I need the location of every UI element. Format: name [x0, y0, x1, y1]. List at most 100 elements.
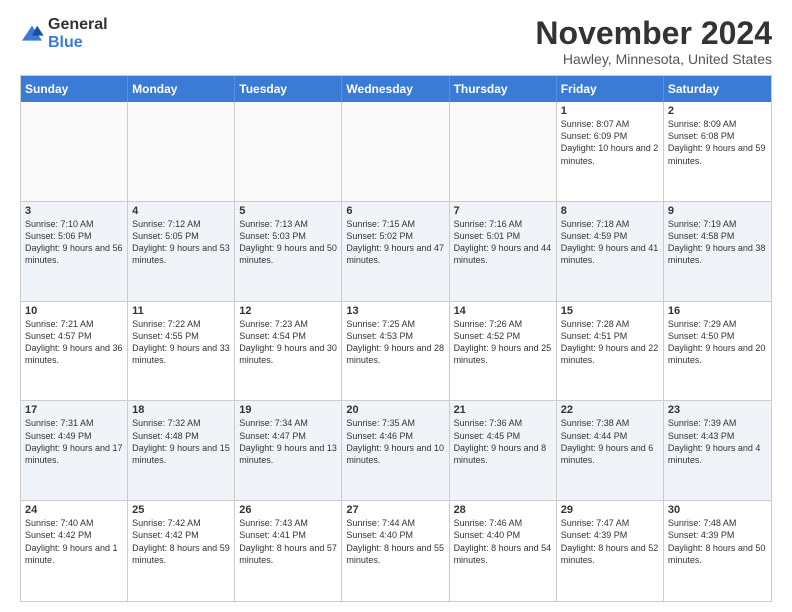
day-info: Sunrise: 7:46 AM Sunset: 4:40 PM Dayligh… — [454, 517, 552, 566]
calendar-body: 1Sunrise: 8:07 AM Sunset: 6:09 PM Daylig… — [21, 102, 771, 601]
main-title: November 2024 — [535, 16, 772, 51]
day-number: 2 — [668, 105, 767, 117]
header: General Blue November 2024 Hawley, Minne… — [20, 16, 772, 67]
cal-day-17: 17Sunrise: 7:31 AM Sunset: 4:49 PM Dayli… — [21, 401, 128, 500]
day-info: Sunrise: 7:48 AM Sunset: 4:39 PM Dayligh… — [668, 517, 767, 566]
logo-general: General — [48, 16, 108, 33]
day-number: 28 — [454, 504, 552, 516]
logo-blue: Blue — [48, 34, 83, 51]
day-number: 5 — [239, 205, 337, 217]
day-info: Sunrise: 7:16 AM Sunset: 5:01 PM Dayligh… — [454, 218, 552, 267]
day-info: Sunrise: 7:12 AM Sunset: 5:05 PM Dayligh… — [132, 218, 230, 267]
day-info: Sunrise: 7:36 AM Sunset: 4:45 PM Dayligh… — [454, 417, 552, 466]
cal-day-28: 28Sunrise: 7:46 AM Sunset: 4:40 PM Dayli… — [450, 501, 557, 601]
cal-day-15: 15Sunrise: 7:28 AM Sunset: 4:51 PM Dayli… — [557, 302, 664, 401]
cal-day-22: 22Sunrise: 7:38 AM Sunset: 4:44 PM Dayli… — [557, 401, 664, 500]
day-number: 11 — [132, 305, 230, 317]
cal-week-0: 1Sunrise: 8:07 AM Sunset: 6:09 PM Daylig… — [21, 102, 771, 202]
day-info: Sunrise: 7:40 AM Sunset: 4:42 PM Dayligh… — [25, 517, 123, 566]
subtitle: Hawley, Minnesota, United States — [535, 51, 772, 67]
day-number: 21 — [454, 404, 552, 416]
day-info: Sunrise: 7:34 AM Sunset: 4:47 PM Dayligh… — [239, 417, 337, 466]
day-number: 19 — [239, 404, 337, 416]
day-number: 25 — [132, 504, 230, 516]
cal-day-empty — [235, 102, 342, 201]
cal-day-13: 13Sunrise: 7:25 AM Sunset: 4:53 PM Dayli… — [342, 302, 449, 401]
cal-day-1: 1Sunrise: 8:07 AM Sunset: 6:09 PM Daylig… — [557, 102, 664, 201]
logo-icon — [20, 24, 44, 44]
day-number: 23 — [668, 404, 767, 416]
cal-header-thursday: Thursday — [450, 76, 557, 102]
cal-day-30: 30Sunrise: 7:48 AM Sunset: 4:39 PM Dayli… — [664, 501, 771, 601]
cal-day-27: 27Sunrise: 7:44 AM Sunset: 4:40 PM Dayli… — [342, 501, 449, 601]
day-info: Sunrise: 7:43 AM Sunset: 4:41 PM Dayligh… — [239, 517, 337, 566]
cal-day-empty — [21, 102, 128, 201]
cal-week-2: 10Sunrise: 7:21 AM Sunset: 4:57 PM Dayli… — [21, 302, 771, 402]
day-info: Sunrise: 7:22 AM Sunset: 4:55 PM Dayligh… — [132, 318, 230, 367]
day-info: Sunrise: 7:35 AM Sunset: 4:46 PM Dayligh… — [346, 417, 444, 466]
day-number: 7 — [454, 205, 552, 217]
day-number: 10 — [25, 305, 123, 317]
cal-day-5: 5Sunrise: 7:13 AM Sunset: 5:03 PM Daylig… — [235, 202, 342, 301]
day-info: Sunrise: 7:15 AM Sunset: 5:02 PM Dayligh… — [346, 218, 444, 267]
day-number: 6 — [346, 205, 444, 217]
cal-day-7: 7Sunrise: 7:16 AM Sunset: 5:01 PM Daylig… — [450, 202, 557, 301]
calendar-header: SundayMondayTuesdayWednesdayThursdayFrid… — [21, 76, 771, 102]
cal-day-empty — [128, 102, 235, 201]
day-info: Sunrise: 7:29 AM Sunset: 4:50 PM Dayligh… — [668, 318, 767, 367]
cal-day-6: 6Sunrise: 7:15 AM Sunset: 5:02 PM Daylig… — [342, 202, 449, 301]
title-section: November 2024 Hawley, Minnesota, United … — [535, 16, 772, 67]
day-number: 14 — [454, 305, 552, 317]
day-info: Sunrise: 7:13 AM Sunset: 5:03 PM Dayligh… — [239, 218, 337, 267]
cal-day-21: 21Sunrise: 7:36 AM Sunset: 4:45 PM Dayli… — [450, 401, 557, 500]
cal-day-14: 14Sunrise: 7:26 AM Sunset: 4:52 PM Dayli… — [450, 302, 557, 401]
day-info: Sunrise: 7:39 AM Sunset: 4:43 PM Dayligh… — [668, 417, 767, 466]
cal-day-empty — [342, 102, 449, 201]
day-number: 30 — [668, 504, 767, 516]
cal-header-saturday: Saturday — [664, 76, 771, 102]
cal-header-tuesday: Tuesday — [235, 76, 342, 102]
logo: General Blue — [20, 16, 108, 52]
day-number: 17 — [25, 404, 123, 416]
day-info: Sunrise: 8:07 AM Sunset: 6:09 PM Dayligh… — [561, 118, 659, 167]
day-info: Sunrise: 7:31 AM Sunset: 4:49 PM Dayligh… — [25, 417, 123, 466]
day-number: 9 — [668, 205, 767, 217]
day-number: 16 — [668, 305, 767, 317]
day-info: Sunrise: 7:23 AM Sunset: 4:54 PM Dayligh… — [239, 318, 337, 367]
day-info: Sunrise: 7:28 AM Sunset: 4:51 PM Dayligh… — [561, 318, 659, 367]
cal-day-24: 24Sunrise: 7:40 AM Sunset: 4:42 PM Dayli… — [21, 501, 128, 601]
day-number: 8 — [561, 205, 659, 217]
day-info: Sunrise: 7:26 AM Sunset: 4:52 PM Dayligh… — [454, 318, 552, 367]
cal-day-12: 12Sunrise: 7:23 AM Sunset: 4:54 PM Dayli… — [235, 302, 342, 401]
day-info: Sunrise: 7:18 AM Sunset: 4:59 PM Dayligh… — [561, 218, 659, 267]
day-info: Sunrise: 7:25 AM Sunset: 4:53 PM Dayligh… — [346, 318, 444, 367]
day-number: 15 — [561, 305, 659, 317]
day-info: Sunrise: 7:47 AM Sunset: 4:39 PM Dayligh… — [561, 517, 659, 566]
cal-day-2: 2Sunrise: 8:09 AM Sunset: 6:08 PM Daylig… — [664, 102, 771, 201]
day-number: 27 — [346, 504, 444, 516]
day-number: 18 — [132, 404, 230, 416]
cal-header-monday: Monday — [128, 76, 235, 102]
day-info: Sunrise: 7:38 AM Sunset: 4:44 PM Dayligh… — [561, 417, 659, 466]
cal-day-8: 8Sunrise: 7:18 AM Sunset: 4:59 PM Daylig… — [557, 202, 664, 301]
cal-day-3: 3Sunrise: 7:10 AM Sunset: 5:06 PM Daylig… — [21, 202, 128, 301]
cal-week-1: 3Sunrise: 7:10 AM Sunset: 5:06 PM Daylig… — [21, 202, 771, 302]
day-info: Sunrise: 7:44 AM Sunset: 4:40 PM Dayligh… — [346, 517, 444, 566]
cal-header-wednesday: Wednesday — [342, 76, 449, 102]
cal-day-10: 10Sunrise: 7:21 AM Sunset: 4:57 PM Dayli… — [21, 302, 128, 401]
day-number: 1 — [561, 105, 659, 117]
day-number: 3 — [25, 205, 123, 217]
cal-day-9: 9Sunrise: 7:19 AM Sunset: 4:58 PM Daylig… — [664, 202, 771, 301]
cal-day-29: 29Sunrise: 7:47 AM Sunset: 4:39 PM Dayli… — [557, 501, 664, 601]
day-number: 13 — [346, 305, 444, 317]
cal-day-19: 19Sunrise: 7:34 AM Sunset: 4:47 PM Dayli… — [235, 401, 342, 500]
day-info: Sunrise: 8:09 AM Sunset: 6:08 PM Dayligh… — [668, 118, 767, 167]
day-info: Sunrise: 7:19 AM Sunset: 4:58 PM Dayligh… — [668, 218, 767, 267]
day-number: 12 — [239, 305, 337, 317]
cal-day-11: 11Sunrise: 7:22 AM Sunset: 4:55 PM Dayli… — [128, 302, 235, 401]
day-number: 4 — [132, 205, 230, 217]
cal-header-sunday: Sunday — [21, 76, 128, 102]
cal-day-18: 18Sunrise: 7:32 AM Sunset: 4:48 PM Dayli… — [128, 401, 235, 500]
day-info: Sunrise: 7:21 AM Sunset: 4:57 PM Dayligh… — [25, 318, 123, 367]
day-number: 20 — [346, 404, 444, 416]
